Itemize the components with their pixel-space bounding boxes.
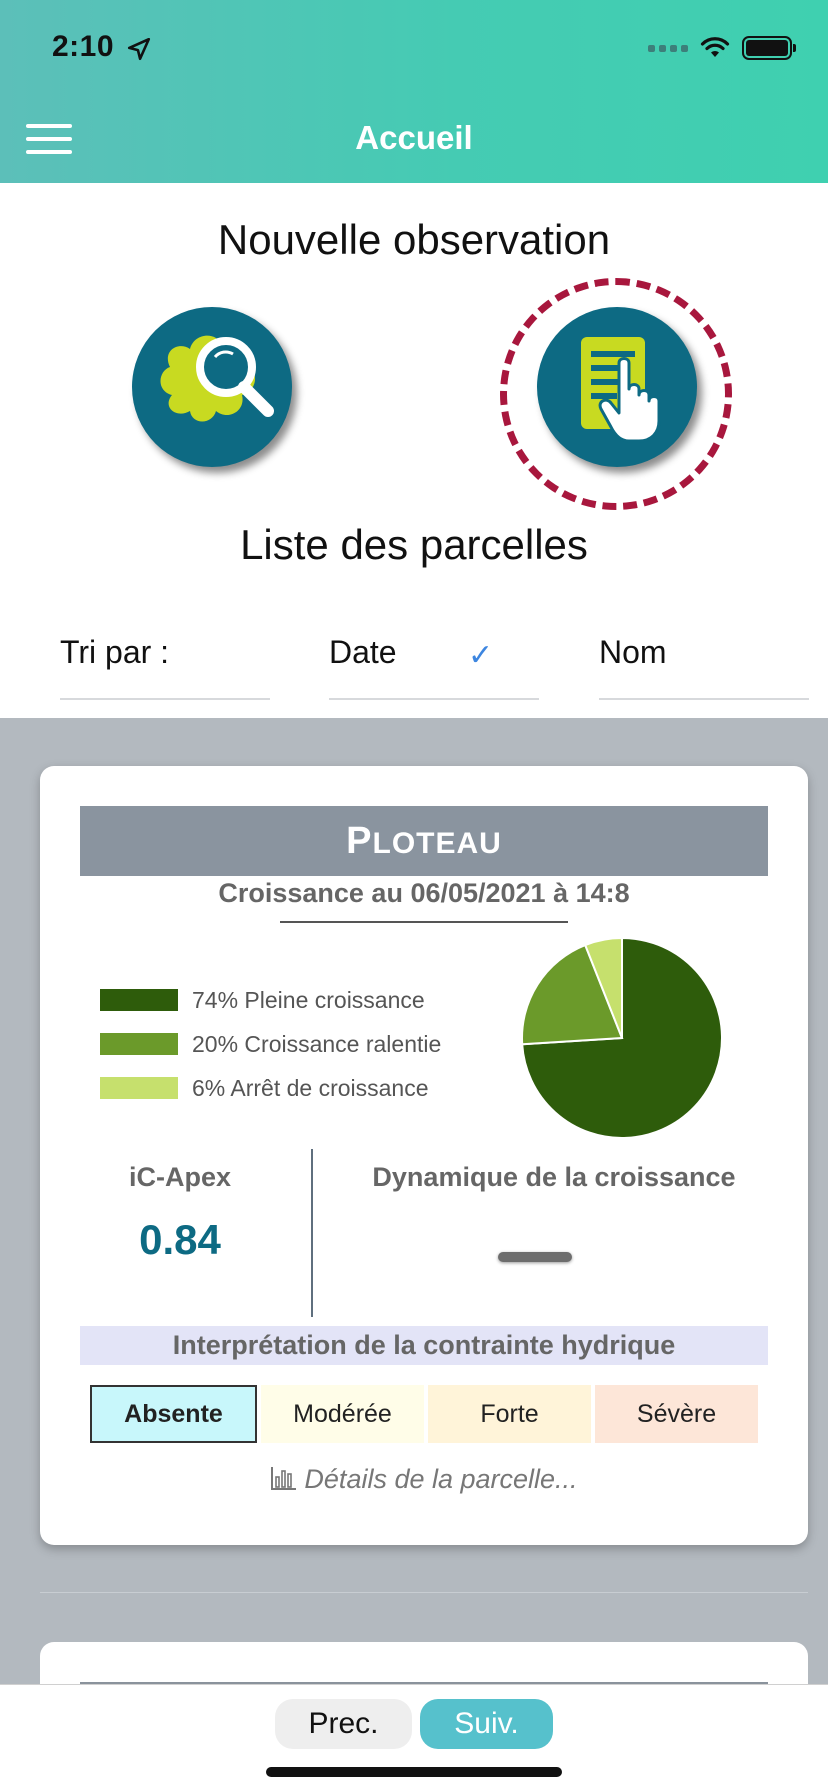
growth-legend: 74% Pleine croissance 20% Croissance ral…: [100, 978, 441, 1110]
legend-swatch: [100, 989, 178, 1011]
home-indicator[interactable]: [266, 1767, 562, 1777]
location-arrow-icon: [127, 37, 151, 61]
parcel-card[interactable]: PLOTEAU Croissance au 06/05/2021 à 14:8 …: [40, 766, 808, 1545]
battery-icon: [742, 36, 796, 60]
sort-label: Tri par :: [60, 634, 270, 700]
tablet-touch-icon: [581, 337, 661, 443]
growth-date: Croissance au 06/05/2021 à 14:8: [218, 878, 630, 908]
hydric-stress-title: Interprétation de la contrainte hydrique: [80, 1326, 768, 1365]
plot-name: PLOTEAU: [80, 806, 768, 876]
bottom-navigation: Prec. Suiv.: [0, 1684, 828, 1792]
stress-moderee[interactable]: Modérée: [261, 1385, 424, 1443]
manual-entry-button[interactable]: [537, 307, 697, 467]
sort-by-date[interactable]: Date ✓: [329, 634, 539, 700]
leaf-magnifier-icon: [160, 335, 274, 422]
growth-pie-chart: [521, 936, 723, 1139]
growth-date-underline: [280, 921, 568, 923]
wifi-icon: [700, 37, 730, 57]
next-button[interactable]: Suiv.: [420, 1699, 553, 1749]
legend-item: 74% Pleine croissance: [100, 978, 441, 1022]
status-icons: [648, 36, 796, 60]
new-observation-title: Nouvelle observation: [217, 216, 611, 263]
page-title: Accueil: [355, 119, 473, 156]
growth-dynamic-title: Dynamique de la croissance: [372, 1162, 736, 1192]
growth-dynamic-indicator: [498, 1252, 572, 1262]
card-divider: [40, 1592, 808, 1593]
parcel-list-title: Liste des parcelles: [240, 521, 588, 568]
stress-forte[interactable]: Forte: [428, 1385, 591, 1443]
legend-item: 6% Arrêt de croissance: [100, 1066, 441, 1110]
parcel-details-link[interactable]: Détails de la parcelle...: [40, 1464, 808, 1495]
stress-absente[interactable]: Absente: [90, 1385, 257, 1443]
stress-level-row: Absente Modérée Forte Sévère: [90, 1385, 758, 1443]
stress-severe[interactable]: Sévère: [595, 1385, 758, 1443]
apex-value: 0.84: [139, 1216, 221, 1263]
app-header: 2:10 Accueil: [0, 0, 828, 183]
signal-icon: [648, 44, 688, 52]
leaf-search-button[interactable]: [132, 307, 292, 467]
bar-chart-icon: [271, 1467, 297, 1490]
sort-by-name[interactable]: Nom: [599, 634, 809, 700]
legend-item: 20% Croissance ralentie: [100, 1022, 441, 1066]
legend-swatch: [100, 1077, 178, 1099]
legend-swatch: [100, 1033, 178, 1055]
apex-title: iC-Apex: [128, 1162, 231, 1192]
sort-date-label: Date: [329, 634, 397, 670]
vertical-divider: [311, 1149, 313, 1317]
previous-button[interactable]: Prec.: [275, 1699, 412, 1749]
checkmark-icon: ✓: [468, 639, 494, 672]
sort-name-label: Nom: [599, 634, 667, 670]
status-time: 2:10: [52, 30, 115, 63]
